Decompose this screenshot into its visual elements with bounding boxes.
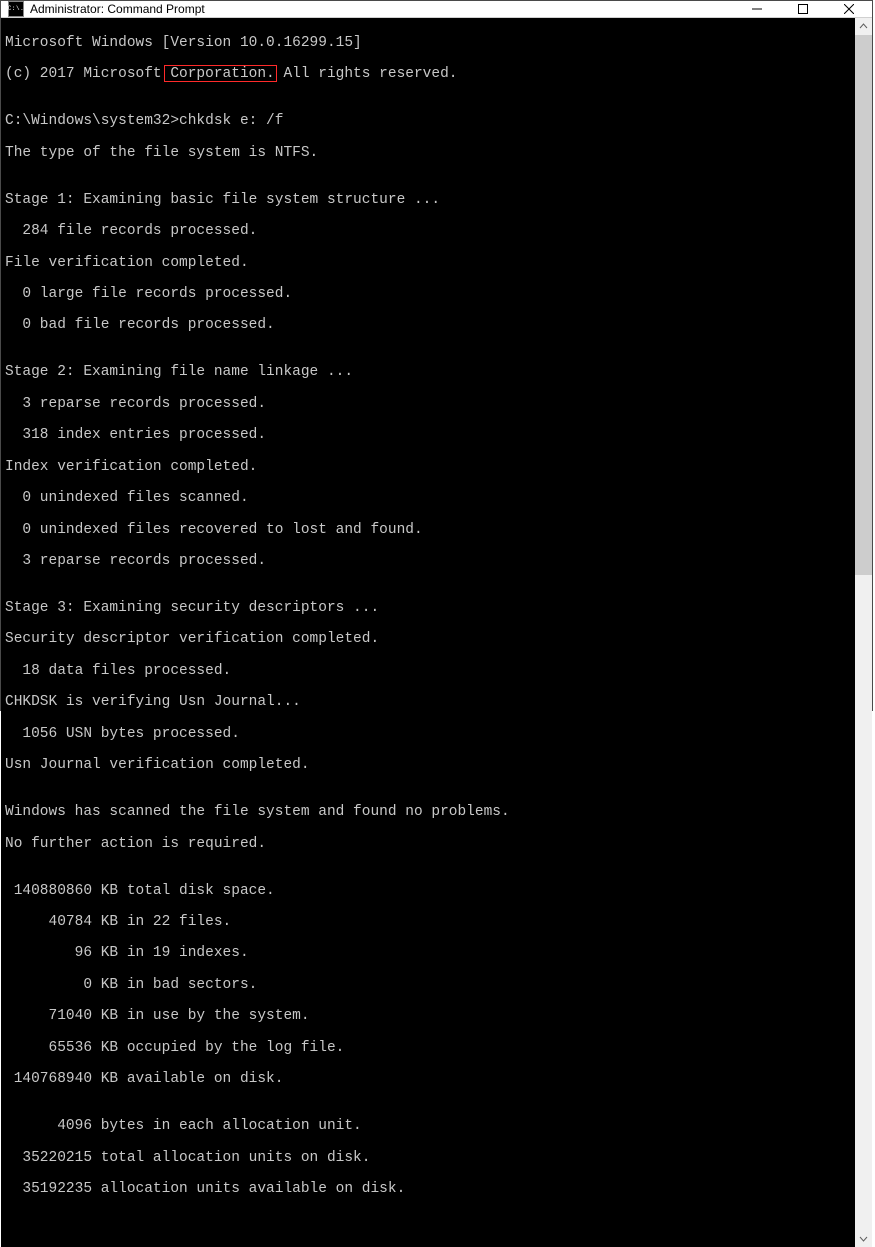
- prompt-path: C:\Windows\system32>: [5, 113, 179, 129]
- close-button[interactable]: [826, 1, 872, 17]
- console-line: 140880860 KB total disk space.: [5, 884, 855, 900]
- console-line: 0 large file records processed.: [5, 287, 855, 303]
- console-line: No further action is required.: [5, 837, 855, 853]
- console-line: 65536 KB occupied by the log file.: [5, 1041, 855, 1057]
- console-line: 3 reparse records processed.: [5, 397, 855, 413]
- command-prompt-window: C:\. Administrator: Command Prompt Micro…: [0, 0, 873, 711]
- console-line: Security descriptor verification complet…: [5, 632, 855, 648]
- console-line: Microsoft Windows [Version 10.0.16299.15…: [5, 36, 855, 52]
- console-line: 0 unindexed files recovered to lost and …: [5, 523, 855, 539]
- console-line: Usn Journal verification completed.: [5, 758, 855, 774]
- console-line: Index verification completed.: [5, 460, 855, 476]
- scrollbar-down-button[interactable]: [855, 1230, 872, 1247]
- chevron-up-icon: [859, 22, 868, 31]
- console-prompt-line: C:\Windows\system32>chkdsk e: /f: [5, 114, 855, 130]
- console-line: The type of the file system is NTFS.: [5, 146, 855, 162]
- console-line: 1056 USN bytes processed.: [5, 727, 855, 743]
- console-line: 140768940 KB available on disk.: [5, 1072, 855, 1088]
- console-line: Stage 1: Examining basic file system str…: [5, 193, 855, 209]
- typed-command: chkdsk e: /f: [179, 113, 283, 129]
- scrollbar-thumb[interactable]: [855, 35, 872, 575]
- console-line: Stage 2: Examining file name linkage ...: [5, 365, 855, 381]
- console-output[interactable]: Microsoft Windows [Version 10.0.16299.15…: [1, 18, 855, 1247]
- console-line: File verification completed.: [5, 256, 855, 272]
- console-line: 0 bad file records processed.: [5, 318, 855, 334]
- console-line: 71040 KB in use by the system.: [5, 1009, 855, 1025]
- console-line: Windows has scanned the file system and …: [5, 805, 855, 821]
- console-line: 0 unindexed files scanned.: [5, 491, 855, 507]
- titlebar[interactable]: C:\. Administrator: Command Prompt: [1, 1, 872, 18]
- console-line: 3 reparse records processed.: [5, 554, 855, 570]
- console-line: 18 data files processed.: [5, 664, 855, 680]
- scrollbar-track[interactable]: [855, 35, 872, 1230]
- minimize-icon: [752, 4, 762, 14]
- console-line: 96 KB in 19 indexes.: [5, 946, 855, 962]
- console-line: 4096 bytes in each allocation unit.: [5, 1119, 855, 1135]
- minimize-button[interactable]: [734, 1, 780, 17]
- console-line: 0 KB in bad sectors.: [5, 978, 855, 994]
- console-line: 35192235 allocation units available on d…: [5, 1182, 855, 1198]
- client-area: Microsoft Windows [Version 10.0.16299.15…: [1, 18, 872, 1247]
- window-controls: [734, 1, 872, 17]
- console-line: 284 file records processed.: [5, 224, 855, 240]
- window-title: Administrator: Command Prompt: [30, 2, 734, 16]
- maximize-icon: [798, 4, 808, 14]
- console-line: CHKDSK is verifying Usn Journal...: [5, 695, 855, 711]
- maximize-button[interactable]: [780, 1, 826, 17]
- console-line: (c) 2017 Microsoft Corporation. All righ…: [5, 67, 855, 83]
- console-line: 40784 KB in 22 files.: [5, 915, 855, 931]
- console-line: 35220215 total allocation units on disk.: [5, 1151, 855, 1167]
- chevron-down-icon: [859, 1234, 868, 1243]
- vertical-scrollbar[interactable]: [855, 18, 872, 1247]
- scrollbar-up-button[interactable]: [855, 18, 872, 35]
- close-icon: [844, 4, 854, 14]
- cmd-app-icon: C:\.: [8, 1, 24, 17]
- console-line: 318 index entries processed.: [5, 428, 855, 444]
- console-line: Stage 3: Examining security descriptors …: [5, 601, 855, 617]
